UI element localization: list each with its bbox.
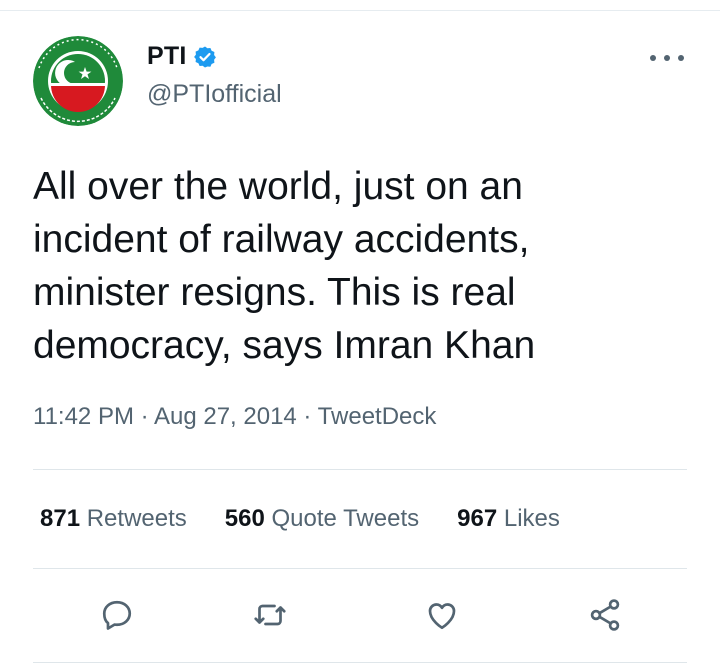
retweet-icon	[254, 604, 286, 626]
quote-tweets-count: 560	[224, 505, 265, 532]
likes-label: Likes	[503, 505, 560, 532]
avatar[interactable]	[33, 36, 123, 126]
action-bar	[0, 595, 720, 639]
author-handle[interactable]: @PTIofficial	[147, 80, 282, 109]
more-dot	[664, 55, 670, 61]
reply-icon	[102, 600, 132, 630]
tweet-meta: 11:42 PM · Aug 27, 2014 · TweetDeck	[33, 403, 436, 431]
more-dot	[678, 55, 684, 61]
tweet-date[interactable]: Aug 27, 2014	[154, 403, 297, 430]
share-button[interactable]	[585, 595, 625, 635]
meta-separator: ·	[133, 403, 154, 430]
tweet-time[interactable]: 11:42 PM	[33, 403, 134, 430]
more-dot	[650, 55, 656, 61]
quote-tweets-stat[interactable]: 560 Quote Tweets	[225, 505, 419, 533]
verified-badge-icon	[193, 46, 216, 67]
more-options-icon[interactable]	[650, 46, 684, 70]
likes-count: 967	[457, 505, 498, 532]
author-display-name[interactable]: PTI	[147, 42, 187, 71]
share-icon	[590, 599, 620, 631]
top-divider	[0, 10, 720, 11]
retweets-label: Retweets	[86, 505, 187, 532]
divider	[33, 568, 687, 569]
retweets-stat[interactable]: 871 Retweets	[40, 505, 187, 533]
reply-button[interactable]	[97, 595, 137, 635]
quote-tweets-label: Quote Tweets	[271, 505, 420, 532]
like-button[interactable]	[422, 595, 462, 635]
tweet-source[interactable]: TweetDeck	[318, 403, 437, 430]
engagement-stats: 871 Retweets 560 Quote Tweets 967 Likes	[40, 505, 598, 533]
retweet-button[interactable]	[250, 595, 290, 635]
retweets-count: 871	[40, 505, 81, 532]
meta-separator: ·	[296, 403, 318, 430]
likes-stat[interactable]: 967 Likes	[457, 505, 560, 533]
pti-logo	[33, 36, 123, 126]
author-name-row[interactable]: PTI	[147, 42, 217, 71]
like-icon	[428, 603, 456, 630]
tweet-text: All over the world, just on an incident …	[33, 165, 536, 367]
divider	[33, 662, 687, 663]
divider	[33, 469, 687, 470]
